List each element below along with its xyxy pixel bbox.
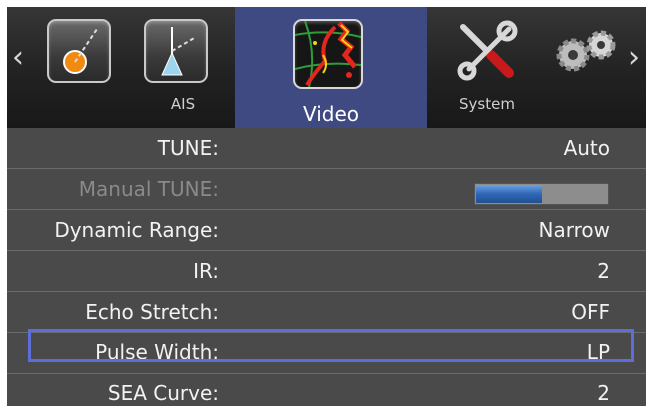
row-tune[interactable]: TUNE: Auto: [7, 128, 646, 168]
tab-bar: ‹ AIS Video System ›: [7, 7, 646, 128]
manual-tune-bar-fill: [476, 185, 542, 203]
row-dynamic-range[interactable]: Dynamic Range: Narrow: [7, 210, 646, 250]
chevron-right-icon[interactable]: ›: [628, 43, 640, 73]
row-sea-curve[interactable]: SEA Curve: 2: [7, 373, 646, 406]
tab-range-dial[interactable]: [43, 7, 115, 128]
row-echo-stretch[interactable]: Echo Stretch: OFF: [7, 292, 646, 332]
tools-icon: [455, 19, 519, 87]
chevron-left-icon[interactable]: ‹: [12, 43, 24, 73]
manual-tune-bar: [474, 183, 609, 205]
tab-settings[interactable]: [547, 7, 627, 128]
tab-video[interactable]: Video: [235, 7, 427, 128]
gears-icon: [551, 27, 621, 81]
range-ring-dial-icon: [47, 19, 111, 83]
row-ir[interactable]: IR: 2: [7, 251, 646, 291]
radar-video-icon: [293, 19, 363, 89]
row-manual-tune: Manual TUNE:: [7, 169, 646, 209]
ais-vector-icon: [144, 19, 208, 83]
radar-menu-panel: ‹ AIS Video System › TUNE: Auto Manual T…: [7, 7, 646, 406]
selection-highlight: [28, 329, 634, 362]
tab-ais[interactable]: AIS: [133, 7, 233, 128]
tab-system[interactable]: System: [439, 7, 535, 128]
